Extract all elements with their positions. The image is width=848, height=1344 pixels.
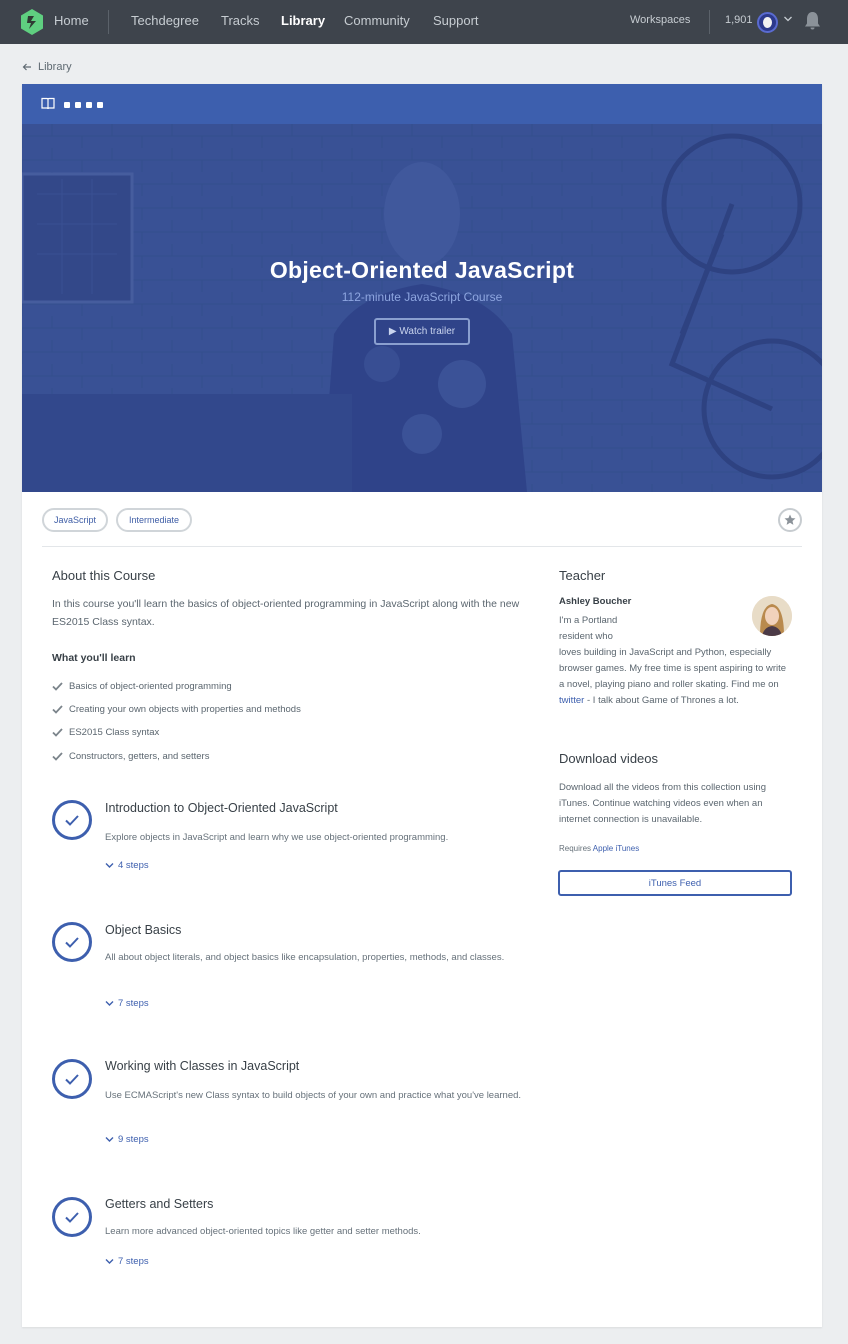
nav-tracks-link[interactable]: Tracks	[221, 13, 260, 28]
course-subtitle: 112-minute JavaScript Course	[341, 290, 503, 304]
book-icon	[41, 97, 55, 110]
stage-steps-toggle[interactable]: 7 steps	[105, 998, 149, 1009]
top-navigation: Home Techdegree Tracks Library Community…	[0, 0, 848, 44]
points-count: 1,901	[725, 14, 753, 26]
chevron-down-icon	[105, 863, 114, 868]
learn-item: ES2015 Class syntax	[52, 727, 159, 738]
learn-item-text: Creating your own objects with propertie…	[69, 704, 301, 715]
nav-home-link[interactable]: Home	[54, 13, 89, 28]
stage-title[interactable]: Object Basics	[105, 923, 181, 937]
course-card-header	[22, 84, 822, 124]
star-icon	[784, 514, 796, 525]
learn-item-text: Basics of object-oriented programming	[69, 681, 232, 692]
stage-title[interactable]: Introduction to Object-Oriented JavaScri…	[105, 801, 338, 815]
checkmark-icon	[65, 814, 79, 826]
notification-bell-icon[interactable]	[803, 11, 822, 31]
progress-dot	[64, 102, 70, 108]
tag-intermediate[interactable]: Intermediate	[116, 508, 192, 532]
treehouse-logo-icon[interactable]	[20, 9, 44, 35]
bookmark-button[interactable]	[778, 508, 802, 532]
teacher-bio: I'm a Portland resident who loves buildi…	[559, 613, 793, 709]
checkmark-icon	[65, 1073, 79, 1085]
itunes-feed-button[interactable]: iTunes Feed	[558, 870, 792, 896]
checkmark-icon	[65, 936, 79, 948]
chevron-down-icon	[105, 1137, 114, 1142]
stage-complete-badge	[52, 922, 92, 962]
watch-trailer-button[interactable]: ▶ Watch trailer	[374, 318, 470, 345]
apple-itunes-link[interactable]: Apple iTunes	[593, 844, 639, 853]
learn-item: Constructors, getters, and setters	[52, 751, 209, 762]
breadcrumb-library-link[interactable]: Library	[38, 61, 72, 73]
stage-complete-badge	[52, 1059, 92, 1099]
stage-description: All about object literals, and object ba…	[105, 952, 505, 963]
hero-background-image	[22, 124, 822, 492]
learn-item: Basics of object-oriented programming	[52, 681, 232, 692]
progress-dot	[97, 102, 103, 108]
about-heading: About this Course	[52, 568, 156, 583]
stage-complete-badge	[52, 1197, 92, 1237]
learn-heading: What you'll learn	[52, 652, 136, 664]
stage-steps-toggle[interactable]: 7 steps	[105, 1256, 149, 1267]
steps-count: 9 steps	[118, 1134, 149, 1145]
teacher-bio-text: I'm a Portland resident who loves buildi…	[559, 615, 787, 690]
checkmark-icon	[65, 1211, 79, 1223]
learn-item-text: Constructors, getters, and setters	[69, 751, 210, 762]
nav-divider	[108, 10, 109, 34]
stage-steps-toggle[interactable]: 9 steps	[105, 1134, 149, 1145]
checkmark-icon	[52, 682, 63, 691]
stage-description: Explore objects in JavaScript and learn …	[105, 832, 449, 843]
nav-support-link[interactable]: Support	[433, 13, 479, 28]
stage-steps-toggle[interactable]: 4 steps	[105, 860, 149, 871]
teacher-bio-text: - I talk about Game of Thrones a lot.	[584, 695, 739, 706]
twitter-link[interactable]: twitter	[559, 695, 584, 706]
progress-dot	[86, 102, 92, 108]
stage-complete-badge	[52, 800, 92, 840]
checkmark-icon	[52, 728, 63, 737]
section-divider	[42, 546, 802, 547]
user-avatar[interactable]	[757, 12, 778, 33]
course-hero-banner: Object-Oriented JavaScript 112-minute Ja…	[22, 124, 822, 492]
steps-count: 4 steps	[118, 860, 149, 871]
stage-title[interactable]: Getters and Setters	[105, 1197, 213, 1211]
stage-description: Learn more advanced object-oriented topi…	[105, 1226, 421, 1237]
checkmark-icon	[52, 752, 63, 761]
progress-dot	[75, 102, 81, 108]
chevron-down-icon	[105, 1001, 114, 1006]
tag-javascript[interactable]: JavaScript	[42, 508, 108, 532]
chevron-down-icon[interactable]	[783, 14, 793, 24]
download-description: Download all the videos from this collec…	[559, 782, 766, 825]
teacher-heading: Teacher	[559, 568, 606, 583]
nav-workspaces-link[interactable]: Workspaces	[630, 14, 690, 26]
chevron-down-icon	[105, 1259, 114, 1264]
nav-divider-right	[709, 10, 710, 34]
requires-label: Requires	[559, 844, 592, 853]
stage-description: Use ECMAScript's new Class syntax to bui…	[105, 1090, 522, 1101]
steps-count: 7 steps	[118, 998, 149, 1009]
teacher-name: Ashley Boucher	[559, 596, 632, 607]
breadcrumb[interactable]: Library	[22, 61, 72, 73]
stage-title[interactable]: Working with Classes in JavaScript	[105, 1059, 299, 1073]
download-heading: Download videos	[559, 751, 659, 766]
course-title: Object-Oriented JavaScript	[269, 257, 575, 283]
nav-techdegree-link[interactable]: Techdegree	[131, 13, 199, 28]
course-card: Object-Oriented JavaScript 112-minute Ja…	[22, 84, 822, 1327]
nav-community-link[interactable]: Community	[344, 13, 410, 28]
arrow-left-icon	[22, 63, 31, 71]
learn-item: Creating your own objects with propertie…	[52, 704, 301, 715]
checkmark-icon	[52, 705, 63, 714]
learn-item-text: ES2015 Class syntax	[69, 727, 160, 738]
nav-library-link[interactable]: Library	[281, 13, 325, 28]
about-description: In this course you'll learn the basics o…	[52, 598, 520, 628]
steps-count: 7 steps	[118, 1256, 149, 1267]
requires-note: Requires Apple iTunes	[559, 844, 639, 853]
